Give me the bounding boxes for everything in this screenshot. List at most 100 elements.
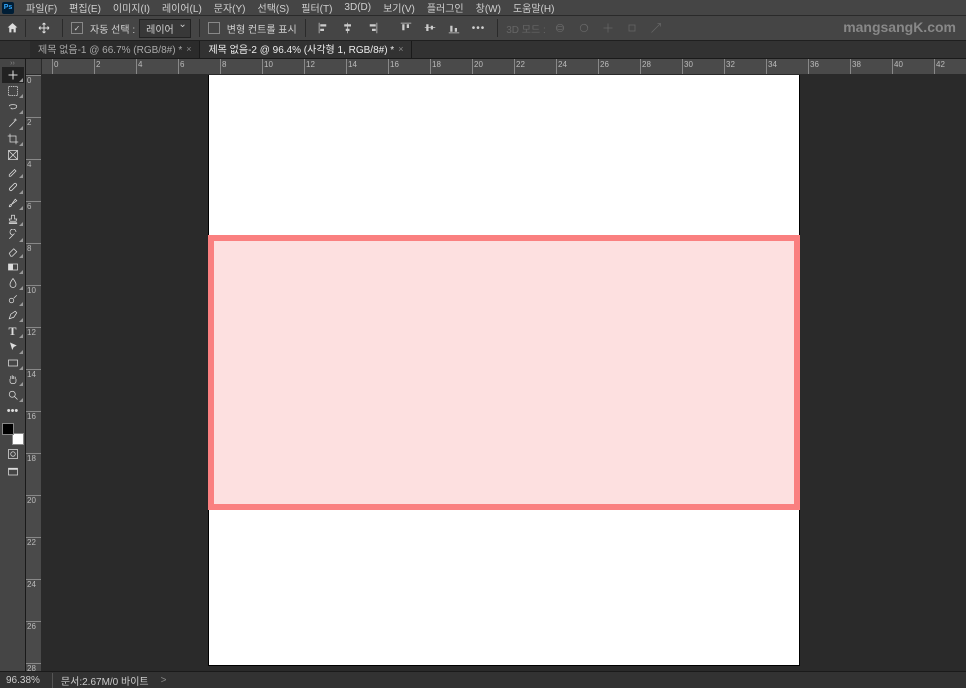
marquee-icon bbox=[7, 85, 19, 97]
move-tool-indicator[interactable] bbox=[34, 20, 54, 36]
menu-help[interactable]: 도움말(H) bbox=[507, 0, 560, 15]
menu-image[interactable]: 이미지(I) bbox=[107, 0, 156, 15]
eyedropper-tool[interactable] bbox=[2, 163, 24, 179]
history-brush-icon bbox=[7, 229, 19, 241]
align-right-icon bbox=[366, 22, 378, 34]
ruler-number: 10 bbox=[27, 286, 36, 295]
mode-3d-pan-button[interactable] bbox=[598, 20, 618, 36]
show-transform-checkbox[interactable] bbox=[208, 22, 220, 34]
align-left-button[interactable] bbox=[314, 20, 334, 36]
mode-3d-slide-button[interactable] bbox=[622, 20, 642, 36]
vertical-ruler-gutter: 0246810121416182022242628 bbox=[26, 59, 42, 671]
marquee-tool[interactable] bbox=[2, 83, 24, 99]
dodge-icon bbox=[7, 293, 19, 305]
align-bottom-button[interactable] bbox=[444, 20, 464, 36]
crop-tool[interactable] bbox=[2, 131, 24, 147]
type-tool[interactable]: T bbox=[2, 323, 24, 339]
frame-tool[interactable] bbox=[2, 147, 24, 163]
foreground-color-swatch[interactable] bbox=[2, 423, 14, 435]
mode-3d-scale-button[interactable] bbox=[646, 20, 666, 36]
mode-3d-label: 3D 모드 : bbox=[506, 21, 546, 36]
edit-toolbar-button[interactable]: ••• bbox=[2, 403, 24, 419]
menu-layer[interactable]: 레이어(L) bbox=[156, 0, 208, 15]
auto-select-dropdown[interactable]: 레이어 bbox=[139, 19, 191, 38]
watermark: mangsangK.com bbox=[843, 19, 956, 35]
home-button[interactable] bbox=[6, 19, 26, 37]
rectangle-layer-1[interactable] bbox=[208, 235, 800, 510]
menu-plugin[interactable]: 플러그인 bbox=[421, 0, 470, 15]
path-selection-tool[interactable] bbox=[2, 339, 24, 355]
quick-mask-button[interactable] bbox=[2, 445, 24, 463]
close-icon[interactable]: × bbox=[398, 44, 403, 54]
blur-icon bbox=[7, 277, 19, 289]
color-swatches[interactable] bbox=[2, 423, 24, 445]
ruler-number: 14 bbox=[27, 370, 36, 379]
blur-tool[interactable] bbox=[2, 275, 24, 291]
align-top-button[interactable] bbox=[396, 20, 416, 36]
magic-wand-tool[interactable] bbox=[2, 115, 24, 131]
ruler-origin[interactable] bbox=[26, 59, 41, 75]
more-icon: ••• bbox=[7, 405, 19, 417]
horizontal-ruler[interactable]: 024681012141618202224262830323436384042 bbox=[42, 59, 966, 75]
screen-mode-button[interactable] bbox=[2, 463, 24, 481]
menu-3d[interactable]: 3D(D) bbox=[338, 2, 377, 13]
clone-stamp-tool[interactable] bbox=[2, 211, 24, 227]
menu-view[interactable]: 보기(V) bbox=[377, 0, 421, 15]
document-tab-2[interactable]: 제목 없음-2 @ 96.4% (사각형 1, RGB/8#) * × bbox=[200, 39, 412, 58]
menu-edit[interactable]: 편집(E) bbox=[63, 0, 107, 15]
vertical-ruler[interactable]: 0246810121416182022242628 bbox=[26, 75, 41, 671]
align-top-icon bbox=[400, 22, 412, 34]
ruler-number: 10 bbox=[264, 60, 273, 69]
eraser-tool[interactable] bbox=[2, 243, 24, 259]
ruler-number: 26 bbox=[600, 60, 609, 69]
scale-icon bbox=[650, 22, 662, 34]
brush-tool[interactable] bbox=[2, 195, 24, 211]
move-icon bbox=[7, 69, 19, 81]
ruler-number: 22 bbox=[27, 538, 36, 547]
close-icon[interactable]: × bbox=[186, 44, 191, 54]
lasso-tool[interactable] bbox=[2, 99, 24, 115]
chevron-right-icon[interactable]: > bbox=[161, 675, 167, 686]
auto-select-checkbox[interactable]: ✓ bbox=[71, 22, 83, 34]
history-brush-tool[interactable] bbox=[2, 227, 24, 243]
healing-brush-tool[interactable] bbox=[2, 179, 24, 195]
mode-3d-orbit-button[interactable] bbox=[550, 20, 570, 36]
ruler-number: 24 bbox=[558, 60, 567, 69]
align-right-button[interactable] bbox=[362, 20, 382, 36]
zoom-tool[interactable] bbox=[2, 387, 24, 403]
mode-3d-roll-button[interactable] bbox=[574, 20, 594, 36]
ruler-number: 4 bbox=[27, 160, 31, 169]
ruler-number: 2 bbox=[96, 60, 100, 69]
menu-type[interactable]: 문자(Y) bbox=[208, 0, 252, 15]
workspace: ›› T ••• 0246810121416182022242628 bbox=[0, 59, 966, 671]
document-tabs: 제목 없음-1 @ 66.7% (RGB/8#) * × 제목 없음-2 @ 9… bbox=[0, 41, 966, 59]
dodge-tool[interactable] bbox=[2, 291, 24, 307]
pen-tool[interactable] bbox=[2, 307, 24, 323]
menu-file[interactable]: 파일(F) bbox=[20, 0, 63, 15]
ruler-number: 16 bbox=[390, 60, 399, 69]
menu-select[interactable]: 선택(S) bbox=[252, 0, 296, 15]
zoom-level-field[interactable]: 96.38% bbox=[6, 675, 40, 686]
more-align-button[interactable]: ••• bbox=[468, 21, 490, 36]
ruler-number: 6 bbox=[27, 202, 31, 211]
canvas-area[interactable] bbox=[42, 75, 966, 671]
ruler-number: 28 bbox=[27, 664, 36, 671]
gradient-tool[interactable] bbox=[2, 259, 24, 275]
align-center-h-button[interactable] bbox=[338, 20, 358, 36]
ruler-number: 36 bbox=[810, 60, 819, 69]
hand-tool[interactable] bbox=[2, 371, 24, 387]
ruler-number: 0 bbox=[27, 76, 31, 85]
move-tool[interactable] bbox=[2, 67, 24, 83]
ruler-number: 34 bbox=[768, 60, 777, 69]
artboard[interactable] bbox=[209, 75, 799, 665]
more-icon: ••• bbox=[472, 23, 486, 34]
document-tab-1[interactable]: 제목 없음-1 @ 66.7% (RGB/8#) * × bbox=[30, 39, 200, 58]
menu-window[interactable]: 창(W) bbox=[470, 0, 507, 15]
rectangle-tool[interactable] bbox=[2, 355, 24, 371]
menu-filter[interactable]: 필터(T) bbox=[295, 0, 338, 15]
ruler-number: 32 bbox=[726, 60, 735, 69]
hand-icon bbox=[7, 373, 19, 385]
align-center-v-button[interactable] bbox=[420, 20, 440, 36]
gradient-icon bbox=[7, 261, 19, 273]
doc-info-field[interactable]: 문서:2.67M/0 바이트 bbox=[52, 673, 149, 688]
